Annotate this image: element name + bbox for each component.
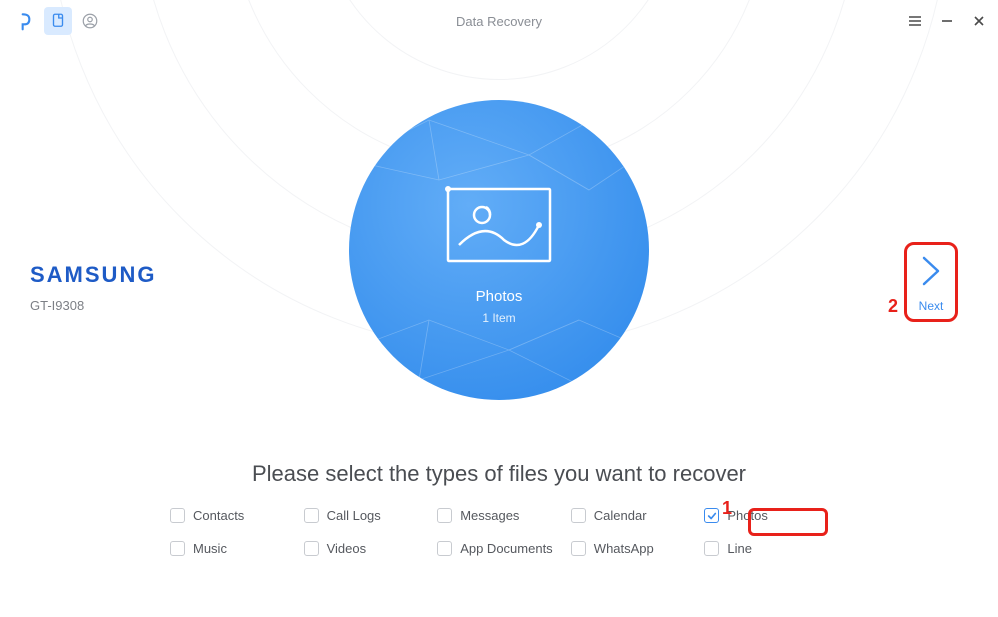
type-label: Music: [193, 541, 227, 556]
annotation-number-1: 1: [722, 498, 732, 519]
chevron-right-icon: [920, 254, 942, 293]
type-label: Call Logs: [327, 508, 381, 523]
type-option-contacts[interactable]: Contacts: [170, 508, 304, 523]
selected-type-circle: Photos 1 Item: [349, 100, 649, 400]
file-type-grid: Contacts Call Logs Messages Calendar Photos M…: [170, 508, 838, 556]
logo-icon[interactable]: [12, 7, 40, 35]
document-icon[interactable]: [44, 7, 72, 35]
type-label: Calendar: [594, 508, 647, 523]
device-model: GT-I9308: [30, 298, 156, 313]
checkbox[interactable]: [170, 541, 185, 556]
type-label: Line: [727, 541, 752, 556]
checkbox[interactable]: [704, 541, 719, 556]
selected-type-count: 1 Item: [482, 311, 515, 325]
type-option-messages[interactable]: Messages: [437, 508, 571, 523]
checkbox[interactable]: [437, 508, 452, 523]
type-label: Contacts: [193, 508, 244, 523]
annotation-number-2: 2: [888, 296, 898, 317]
next-button[interactable]: Next: [909, 248, 953, 318]
user-icon[interactable]: [76, 7, 104, 35]
type-label: Videos: [327, 541, 367, 556]
type-option-videos[interactable]: Videos: [304, 541, 438, 556]
titlebar: Data Recovery: [0, 0, 998, 42]
minimize-icon[interactable]: [938, 12, 956, 30]
type-label: App Documents: [460, 541, 553, 556]
checkbox[interactable]: [304, 541, 319, 556]
type-option-call-logs[interactable]: Call Logs: [304, 508, 438, 523]
instruction-text: Please select the types of files you wan…: [252, 461, 746, 487]
type-label: WhatsApp: [594, 541, 654, 556]
menu-icon[interactable]: [906, 12, 924, 30]
type-option-app-documents[interactable]: App Documents: [437, 541, 571, 556]
geometric-lines: [349, 100, 649, 400]
next-label: Next: [919, 299, 944, 313]
type-label: Photos: [727, 508, 767, 523]
type-option-line[interactable]: Line: [704, 541, 838, 556]
type-option-whatsapp[interactable]: WhatsApp: [571, 541, 705, 556]
device-brand: SAMSUNG: [30, 262, 156, 288]
device-info: SAMSUNG GT-I9308: [30, 262, 156, 313]
checkbox[interactable]: [704, 508, 719, 523]
checkbox[interactable]: [437, 541, 452, 556]
type-option-music[interactable]: Music: [170, 541, 304, 556]
window-title: Data Recovery: [456, 14, 542, 29]
checkbox[interactable]: [170, 508, 185, 523]
checkbox[interactable]: [304, 508, 319, 523]
type-option-calendar[interactable]: Calendar: [571, 508, 705, 523]
checkbox[interactable]: [571, 541, 586, 556]
close-icon[interactable]: [970, 12, 988, 30]
checkbox[interactable]: [571, 508, 586, 523]
type-label: Messages: [460, 508, 519, 523]
